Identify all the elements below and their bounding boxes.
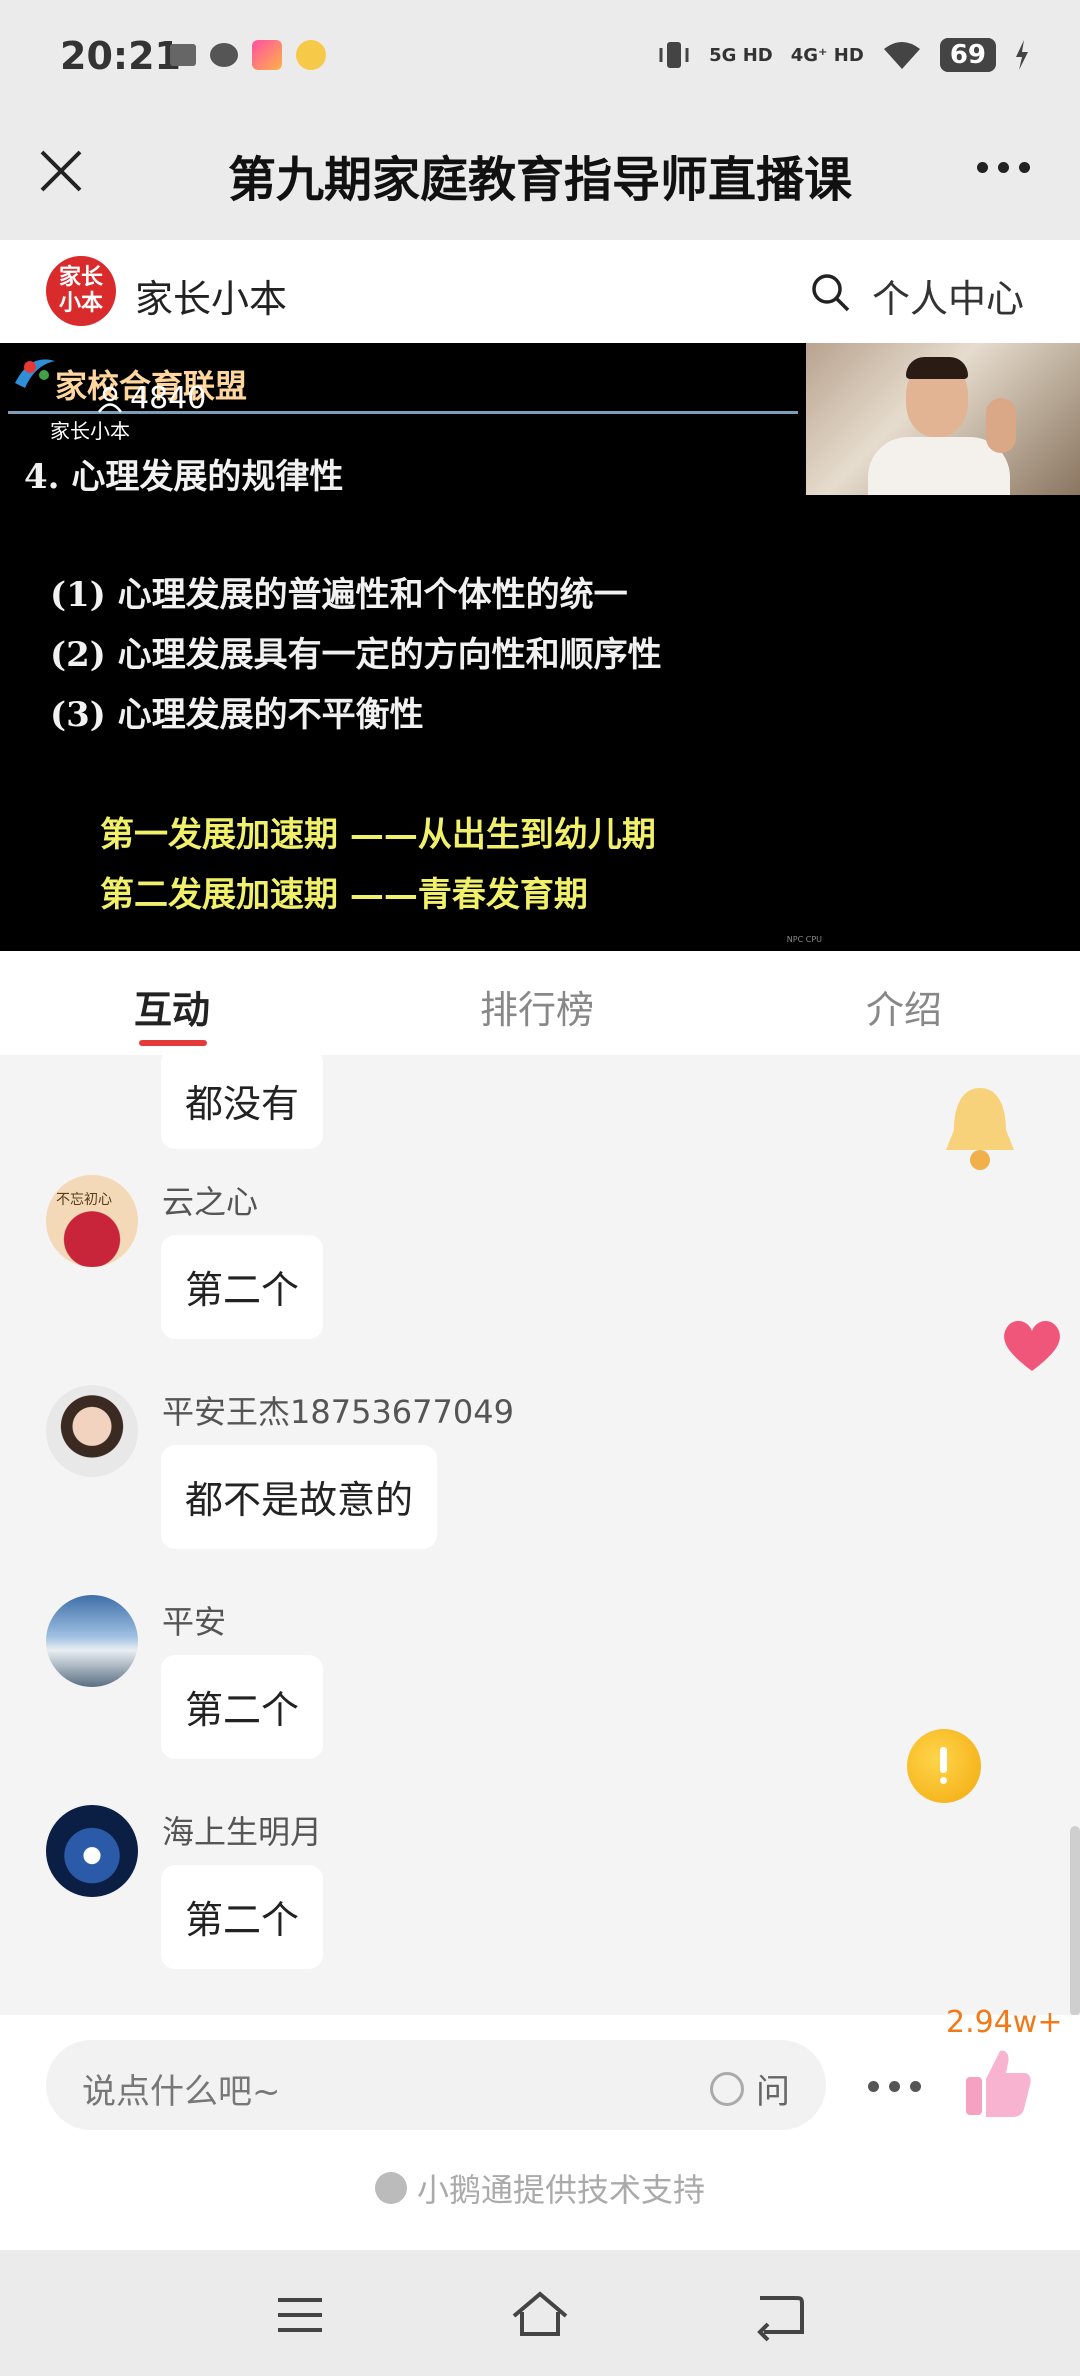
chat-username: 平安 [162,1603,227,1641]
tab-bar: 互动 排行榜 介绍 [0,951,1080,1055]
comment-bar: 说点什么吧~ 问 2.94w+ 小鹅通提供技术支持 [0,2005,1080,2250]
user-icon [97,386,123,413]
back-icon[interactable] [750,2288,810,2342]
comment-input[interactable]: 说点什么吧~ 问 [46,2040,826,2130]
chat-bubble: 第二个 [161,1865,324,1969]
system-nav-bar [0,2250,1080,2376]
slide-title: 4. 心理发展的规律性 [24,457,344,497]
active-tab-indicator [139,1040,207,1046]
chat-username: 海上生明月 [162,1813,323,1851]
video-watermark: 家长小本 [50,419,130,443]
chat-bubble: 第二个 [161,1235,324,1339]
tab-intro[interactable]: 介绍 [866,979,942,1034]
chat-bubble: 都没有 [161,1055,324,1149]
more-actions-button[interactable] [868,2081,921,2092]
weibo-icon [296,40,326,70]
like-count: 2.94w+ [946,2005,1063,2040]
question-toggle[interactable]: 问 [710,2064,790,2113]
home-icon[interactable] [510,2288,570,2342]
slide-point-3: (3) 心理发展的不平衡性 [50,695,424,735]
avatar[interactable] [46,1385,138,1477]
comment-placeholder: 说点什么吧~ [82,2072,281,2112]
chat-list[interactable]: 都没有 不忘初心 云之心 第二个 平安王杰18753677049 都不是故意的 … [0,1055,1080,2015]
slide-point-1: (1) 心理发展的普遍性和个体性的统一 [50,575,628,615]
bell-icon[interactable] [940,1080,1020,1175]
xiaoe-logo-icon [374,2172,407,2204]
network-5g: 5G HD [709,44,773,66]
thumbs-up-icon[interactable] [962,2045,1032,2120]
radio-icon [710,2071,744,2106]
status-bar: 20:21 5G HD 4G⁺ HD 69 [0,0,1080,110]
chat-scrollbar[interactable] [1070,1826,1080,2016]
brand-logo[interactable]: 家长 小本 [46,256,116,326]
powered-by: 小鹅通提供技术支持 [0,2165,1080,2211]
more-options-button[interactable] [977,162,1030,173]
live-video-player[interactable]: 家校合育联盟 4840 家长小本 4. 心理发展的规律性 (1) 心理发展的普遍… [0,343,1080,951]
charging-icon [1016,40,1028,70]
title-bar: 第九期家庭教育指导师直播课 [0,110,1080,240]
brand-name[interactable]: 家长小本 [135,268,287,323]
search-icon[interactable] [808,270,852,314]
avatar[interactable]: 不忘初心 [46,1175,138,1267]
gallery-icon [170,44,196,66]
battery-level: 69 [939,38,996,72]
avatar[interactable] [46,1805,138,1897]
wechat-icon [210,43,238,67]
status-time: 20:21 [60,34,181,78]
chat-username: 云之心 [162,1183,259,1221]
vibrate-icon [659,42,689,68]
viewer-count: 4840 [96,381,206,416]
chat-bubble: 都不是故意的 [161,1445,438,1549]
heart-icon [1004,1320,1060,1371]
page-title: 第九期家庭教育指导师直播课 [227,152,852,208]
slide-point-2: (2) 心理发展具有一定的方向性和顺序性 [50,635,662,675]
chat-username: 平安王杰18753677049 [162,1393,514,1431]
notification-icons [170,40,326,70]
brand-bar: 家长 小本 家长小本 个人中心 [0,240,1080,343]
slide-highlight-1: 第一发展加速期 ——从出生到幼儿期 [100,815,656,855]
app-icon [252,40,282,70]
presenter-camera [806,343,1080,495]
reward-coin-icon[interactable] [907,1729,981,1803]
video-corner-text: NPC CPU [786,935,822,944]
network-4g: 4G⁺ HD [790,44,864,66]
alliance-logo-icon [15,359,55,388]
wifi-icon [883,42,920,69]
personal-center-link[interactable]: 个人中心 [872,268,1024,323]
tab-interaction[interactable]: 互动 [134,979,210,1034]
slide-highlight-2: 第二发展加速期 ——青春发育期 [100,875,588,915]
menu-icon[interactable] [270,2288,330,2342]
chat-bubble: 第二个 [161,1655,324,1759]
tab-leaderboard[interactable]: 排行榜 [480,979,594,1034]
avatar[interactable] [46,1595,138,1687]
status-right: 5G HD 4G⁺ HD 69 [657,38,1030,72]
